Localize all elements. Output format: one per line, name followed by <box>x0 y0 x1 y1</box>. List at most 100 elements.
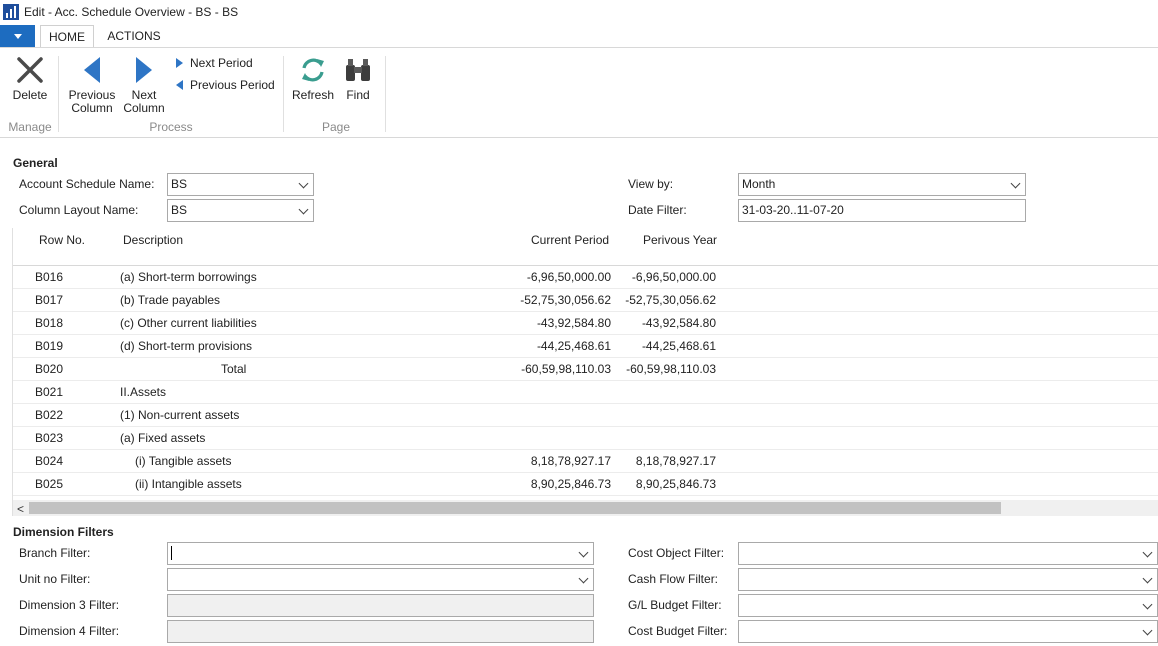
current-period-cell[interactable]: 8,18,78,927.17 <box>491 454 611 468</box>
view-by-label: View by: <box>628 177 674 191</box>
application-menu-button[interactable] <box>0 25 35 47</box>
table-row[interactable]: B017 (b) Trade payables -52,75,30,056.62… <box>13 289 1158 312</box>
current-period-cell[interactable]: -43,92,584.80 <box>491 316 611 330</box>
scrollbar-thumb[interactable] <box>29 502 1001 514</box>
table-row[interactable]: B023 (a) Fixed assets <box>13 427 1158 450</box>
previous-period-button[interactable]: Previous Period <box>176 77 275 93</box>
refresh-button[interactable]: Refresh <box>291 54 335 102</box>
table-row[interactable]: B019 (d) Short-term provisions -44,25,46… <box>13 335 1158 358</box>
date-filter-field[interactable]: 31-03-20..11-07-20 <box>738 199 1026 222</box>
cost-object-filter-label: Cost Object Filter: <box>628 546 725 560</box>
table-row[interactable]: B022 (1) Non-current assets <box>13 404 1158 427</box>
chevron-down-icon[interactable] <box>1142 625 1153 636</box>
current-period-cell[interactable]: 8,90,25,846.73 <box>491 477 611 491</box>
row-no-cell: B019 <box>35 339 64 353</box>
ribbon: Delete Manage Previous Column Next Colum… <box>0 47 1158 138</box>
grid-header: Row No. Description Current Period Periv… <box>13 228 1158 266</box>
next-period-label: Next Period <box>190 56 253 70</box>
chevron-down-icon <box>13 33 22 39</box>
chevron-down-icon[interactable] <box>1142 573 1153 584</box>
chevron-down-icon[interactable] <box>578 547 589 558</box>
description-cell: (a) Fixed assets <box>120 431 206 445</box>
description-cell: (c) Other current liabilities <box>120 316 257 330</box>
current-period-cell[interactable]: -52,75,30,056.62 <box>491 293 611 307</box>
dimension3-filter-label: Dimension 3 Filter: <box>19 598 120 612</box>
row-no-cell: B016 <box>35 270 64 284</box>
horizontal-scrollbar[interactable]: < <box>13 500 1158 516</box>
previous-year-cell[interactable]: 8,18,78,927.17 <box>596 454 716 468</box>
row-no-cell: B025 <box>35 477 64 491</box>
header-current-period[interactable]: Current Period <box>531 233 609 247</box>
previous-year-cell[interactable]: -52,75,30,056.62 <box>596 293 716 307</box>
group-label-page: Page <box>321 120 351 134</box>
ribbon-tab-bar: HOME ACTIONS <box>0 25 1158 47</box>
text-cursor <box>171 545 172 560</box>
table-row[interactable]: B020 Total -60,59,98,110.03 -60,59,98,11… <box>13 358 1158 381</box>
previous-year-cell[interactable]: -60,59,98,110.03 <box>596 362 716 376</box>
unit-no-filter-label: Unit no Filter: <box>19 572 91 586</box>
row-no-cell: B020 <box>35 362 64 376</box>
triangle-right-icon <box>176 58 183 68</box>
view-by-field[interactable]: Month <box>738 173 1026 196</box>
chevron-down-icon[interactable] <box>298 204 309 215</box>
arrow-right-icon <box>136 57 152 83</box>
branch-filter-label: Branch Filter: <box>19 546 91 560</box>
tab-actions[interactable]: ACTIONS <box>102 25 166 47</box>
cost-object-filter-field[interactable] <box>738 542 1158 565</box>
date-filter-label: Date Filter: <box>628 203 687 217</box>
chevron-down-icon[interactable] <box>1010 178 1021 189</box>
header-description[interactable]: Description <box>123 233 183 247</box>
table-row[interactable]: B025 (ii) Intangible assets 8,90,25,846.… <box>13 473 1158 496</box>
refresh-label: Refresh <box>291 88 335 102</box>
dimension3-filter-field[interactable] <box>167 594 594 617</box>
previous-column-label-line2: Column <box>71 101 113 115</box>
current-period-cell[interactable]: -6,96,50,000.00 <box>491 270 611 284</box>
current-period-cell[interactable]: -44,25,468.61 <box>491 339 611 353</box>
previous-column-button[interactable]: Previous Column <box>66 54 118 115</box>
table-row[interactable]: B024 (i) Tangible assets 8,18,78,927.17 … <box>13 450 1158 473</box>
dimension4-filter-label: Dimension 4 Filter: <box>19 624 120 638</box>
branch-filter-field[interactable] <box>167 542 594 565</box>
dimension4-filter-field[interactable] <box>167 620 594 643</box>
row-no-cell: B023 <box>35 431 64 445</box>
general-section-title: General <box>13 156 58 170</box>
table-row[interactable]: B016 (a) Short-term borrowings -6,96,50,… <box>13 266 1158 289</box>
chevron-down-icon[interactable] <box>578 573 589 584</box>
chevron-down-icon[interactable] <box>1142 547 1153 558</box>
row-no-cell: B017 <box>35 293 64 307</box>
previous-year-cell[interactable]: -44,25,468.61 <box>596 339 716 353</box>
scroll-left-icon[interactable]: < <box>17 502 24 516</box>
description-cell: Total <box>221 362 247 376</box>
triangle-left-icon <box>176 80 183 90</box>
dimension-filters-section-title: Dimension Filters <box>13 525 114 539</box>
cash-flow-filter-field[interactable] <box>738 568 1158 591</box>
row-no-cell: B022 <box>35 408 64 422</box>
column-layout-name-field[interactable]: BS <box>167 199 314 222</box>
current-period-cell[interactable]: -60,59,98,110.03 <box>491 362 611 376</box>
account-schedule-name-field[interactable]: BS <box>167 173 314 196</box>
next-column-button[interactable]: Next Column <box>120 54 168 115</box>
unit-no-filter-field[interactable] <box>167 568 594 591</box>
previous-year-cell[interactable]: 8,90,25,846.73 <box>596 477 716 491</box>
cost-budget-filter-field[interactable] <box>738 620 1158 643</box>
previous-year-cell[interactable]: -43,92,584.80 <box>596 316 716 330</box>
next-period-button[interactable]: Next Period <box>176 55 253 71</box>
tab-home[interactable]: HOME <box>40 25 94 47</box>
table-row[interactable]: B021 II.Assets <box>13 381 1158 404</box>
binoculars-icon <box>346 59 370 81</box>
header-previous-year[interactable]: Perivous Year <box>643 233 717 247</box>
delete-button[interactable]: Delete <box>8 54 52 102</box>
chevron-down-icon[interactable] <box>298 178 309 189</box>
table-row[interactable]: B018 (c) Other current liabilities -43,9… <box>13 312 1158 335</box>
find-button[interactable]: Find <box>339 54 377 102</box>
header-row-no[interactable]: Row No. <box>39 233 85 247</box>
previous-year-cell[interactable]: -6,96,50,000.00 <box>596 270 716 284</box>
group-label-manage: Manage <box>8 120 52 134</box>
gl-budget-filter-field[interactable] <box>738 594 1158 617</box>
row-no-cell: B024 <box>35 454 64 468</box>
row-no-cell: B018 <box>35 316 64 330</box>
description-cell: (a) Short-term borrowings <box>120 270 257 284</box>
chevron-down-icon[interactable] <box>1142 599 1153 610</box>
refresh-icon <box>302 58 324 82</box>
view-by-value: Month <box>742 177 776 191</box>
